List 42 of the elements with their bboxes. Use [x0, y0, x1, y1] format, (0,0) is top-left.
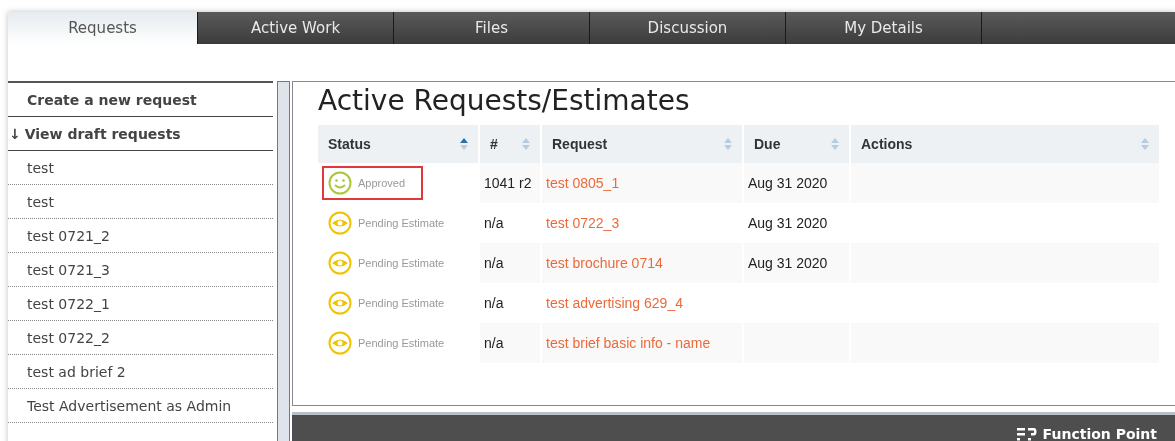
eye-icon: [328, 291, 352, 315]
due-date: Aug 31 2020: [748, 255, 828, 271]
due-date: Aug 31 2020: [748, 175, 828, 191]
tab[interactable]: My Details: [786, 12, 982, 44]
sidebar-item[interactable]: test 0722_1: [8, 287, 273, 321]
tab[interactable]: Discussion: [590, 12, 786, 44]
eye-icon: [328, 331, 352, 355]
status-label: Pending Estimate: [322, 206, 463, 240]
logo-icon: [1016, 426, 1037, 441]
eye-icon: [328, 251, 352, 275]
tab[interactable]: Active Work: [198, 12, 394, 44]
sidebar-item[interactable]: ↓ View draft requests: [8, 117, 273, 151]
sidebar-item[interactable]: test: [8, 151, 273, 185]
scrollbar[interactable]: [277, 81, 290, 441]
table-cell: n/a: [480, 243, 540, 283]
brand-name: Function Point: [1042, 425, 1157, 441]
tab[interactable]: Files: [394, 12, 590, 44]
table-cell-text: n/a: [483, 294, 505, 313]
eye-icon: [328, 211, 352, 235]
sidebar-item[interactable]: test 0721_3: [8, 253, 273, 287]
status-label: Pending Estimate: [322, 326, 463, 360]
sidebar-item[interactable]: test: [8, 185, 273, 219]
status-label: Pending Estimate: [322, 246, 463, 280]
sidebar-item[interactable]: test 0721_2: [8, 219, 273, 253]
page-title: Active Requests/Estimates: [318, 84, 691, 119]
column-header[interactable]: Status: [318, 125, 478, 163]
table-cell-text: n/a: [483, 214, 505, 233]
smiley-icon: [328, 171, 352, 195]
status-label: Approved: [322, 166, 424, 200]
table-cell: 1041 r2: [480, 163, 540, 203]
sidebar-item[interactable]: test ad brief 2: [8, 355, 273, 389]
due-date: Aug 31 2020: [748, 215, 828, 231]
table-cell: n/a: [480, 323, 540, 363]
sidebar-item[interactable]: test 0722_2: [8, 321, 273, 355]
sidebar-item[interactable]: Create a new request: [8, 83, 273, 117]
tab[interactable]: Requests: [8, 12, 198, 44]
status-label: Pending Estimate: [322, 286, 463, 320]
column-header[interactable]: Actions: [851, 125, 1159, 163]
sidebar-item[interactable]: Test Advertisement as Admin: [8, 389, 273, 423]
column-header[interactable]: Request: [542, 125, 742, 163]
column-header[interactable]: Due: [744, 125, 849, 163]
column-header[interactable]: #: [480, 125, 540, 163]
